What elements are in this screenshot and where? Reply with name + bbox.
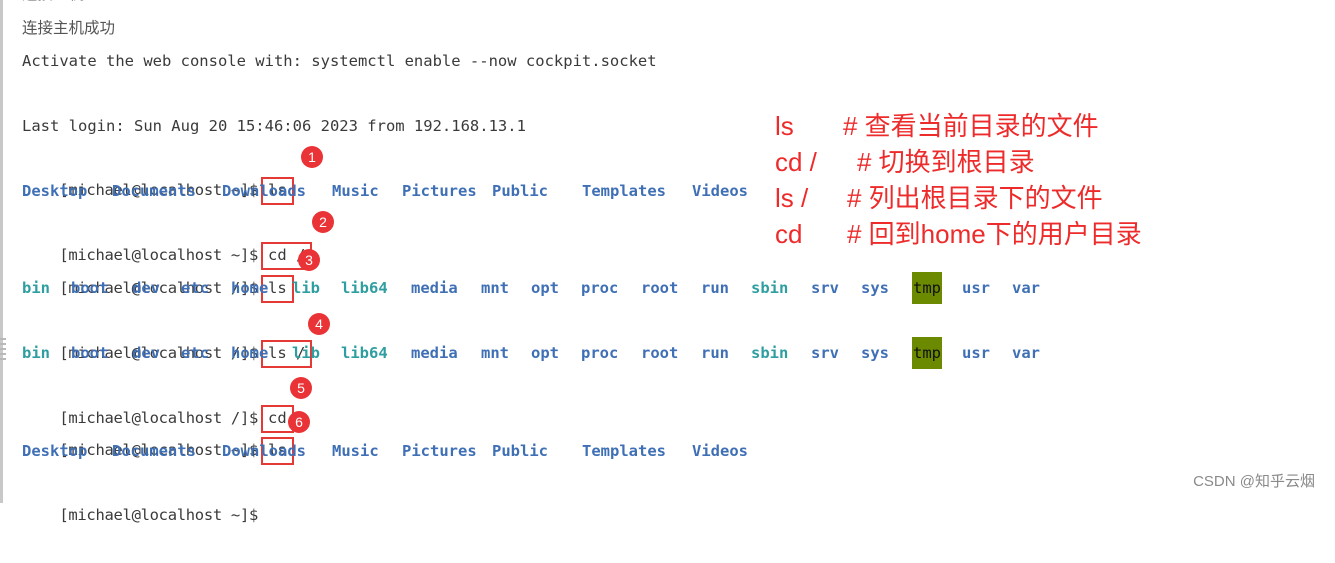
file-entry: var	[1012, 344, 1040, 362]
file-entry: home	[231, 344, 269, 362]
last-login-line: Last login: Sun Aug 20 15:46:06 2023 fro…	[22, 117, 526, 135]
file-entry: Public	[492, 182, 548, 200]
activate-message: Activate the web console with: systemctl…	[22, 52, 657, 70]
file-entry: mnt	[481, 344, 509, 362]
file-entry: Desktop	[22, 182, 88, 200]
file-entry: Downloads	[222, 182, 306, 200]
resize-grip-icon[interactable]	[0, 338, 6, 360]
file-entry: Documents	[112, 182, 196, 200]
annotation-line: ls # 查看当前目录的文件	[775, 108, 1099, 144]
file-entry: opt	[531, 344, 559, 362]
annotation-cmd: ls	[775, 111, 794, 141]
file-entry: home	[231, 279, 269, 297]
file-entry: mnt	[481, 279, 509, 297]
file-entry: bin	[22, 344, 50, 362]
file-entry: lib64	[341, 279, 388, 297]
file-entry: run	[701, 279, 729, 297]
connected-line: 连接主机成功	[22, 19, 116, 37]
command-line: [michael@localhost ~]$ cd /	[22, 207, 313, 270]
file-entry: etc	[181, 344, 209, 362]
step-badge: 2	[312, 211, 334, 233]
step-badge: 1	[301, 146, 323, 168]
file-entry: srv	[811, 344, 839, 362]
file-entry: etc	[181, 279, 209, 297]
file-entry: proc	[581, 279, 619, 297]
file-entry: srv	[811, 279, 839, 297]
file-entry: usr	[962, 344, 990, 362]
file-entry: Videos	[692, 442, 748, 460]
annotation-comment: # 切换到根目录	[857, 147, 1035, 177]
file-entry: Downloads	[222, 442, 306, 460]
file-entry: root	[641, 344, 679, 362]
file-entry: Documents	[112, 442, 196, 460]
file-entry: sbin	[751, 279, 789, 297]
file-entry: tmp	[912, 272, 942, 304]
file-entry: Pictures	[402, 182, 477, 200]
annotation-comment: # 回到home下的用户目录	[847, 219, 1142, 249]
command-line: [michael@localhost ~]$ ls	[22, 402, 294, 465]
file-entry: lib64	[341, 344, 388, 362]
annotation-comment: # 列出根目录下的文件	[847, 183, 1103, 213]
step-badge: 3	[298, 249, 320, 271]
file-entry: Desktop	[22, 442, 88, 460]
file-entry: run	[701, 344, 729, 362]
left-border	[0, 0, 3, 503]
annotation-line: ls / # 列出根目录下的文件	[775, 180, 1103, 216]
annotation-line: cd / # 切换到根目录	[775, 144, 1035, 180]
command-line: [michael@localhost /]$ ls /	[22, 305, 313, 368]
file-entry: Videos	[692, 182, 748, 200]
file-entry: lib	[292, 279, 320, 297]
file-entry: boot	[71, 279, 109, 297]
file-entry: Pictures	[402, 442, 477, 460]
step-badge: 6	[288, 411, 310, 433]
file-entry: sys	[861, 279, 889, 297]
watermark: CSDN @知乎云烟	[1193, 473, 1315, 490]
command-line: [michael@localhost ~]$ ls	[22, 142, 294, 205]
file-entry: tmp	[912, 337, 942, 369]
file-entry: proc	[581, 344, 619, 362]
command-line: [michael@localhost /]$ cd	[22, 370, 294, 433]
step-badge: 5	[290, 377, 312, 399]
file-entry: media	[411, 279, 458, 297]
file-entry: Templates	[582, 182, 666, 200]
file-entry: usr	[962, 279, 990, 297]
file-entry: sys	[861, 344, 889, 362]
annotation-cmd: cd /	[775, 147, 817, 177]
shell-prompt: [michael@localhost ~]$	[59, 506, 259, 524]
annotation-cmd: cd	[775, 219, 803, 249]
annotation-line: cd # 回到home下的用户目录	[775, 216, 1142, 252]
file-entry: dev	[132, 279, 160, 297]
file-entry: root	[641, 279, 679, 297]
file-entry: sbin	[751, 344, 789, 362]
file-entry: bin	[22, 279, 50, 297]
annotation-cmd: ls /	[775, 183, 809, 213]
file-entry: Templates	[582, 442, 666, 460]
command-line: [michael@localhost /]$ ls	[22, 240, 294, 303]
file-entry: boot	[71, 344, 109, 362]
file-entry: var	[1012, 279, 1040, 297]
file-entry: media	[411, 344, 458, 362]
file-entry: dev	[132, 344, 160, 362]
file-entry: lib	[292, 344, 320, 362]
file-entry: opt	[531, 279, 559, 297]
final-prompt[interactable]: [michael@localhost ~]$	[22, 467, 258, 524]
file-entry: Music	[332, 182, 379, 200]
annotation-comment: # 查看当前目录的文件	[843, 111, 1099, 141]
connecting-line: 连接主机...	[22, 0, 112, 10]
step-badge: 4	[308, 313, 330, 335]
file-entry: Public	[492, 442, 548, 460]
file-entry: Music	[332, 442, 379, 460]
